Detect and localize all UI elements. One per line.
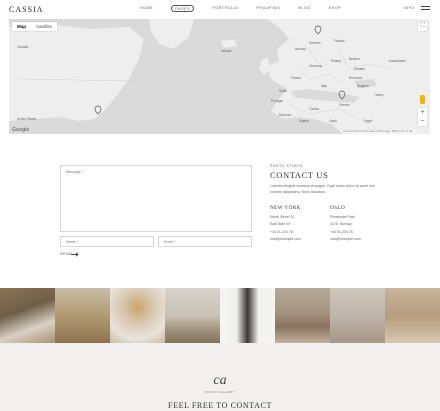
map-label: Ukraine: [354, 67, 365, 71]
city-oslo: OSLO: [330, 205, 346, 211]
gallery-photo[interactable]: [55, 288, 110, 343]
site-logo[interactable]: CASSIA: [9, 5, 43, 14]
fullscreen-icon[interactable]: ⛶: [418, 22, 427, 31]
map-label: Iceland: [221, 49, 232, 53]
nav-pages[interactable]: PAGES: [171, 5, 195, 12]
map-label: Norway: [295, 47, 306, 51]
gallery-photo[interactable]: [110, 288, 165, 343]
email-placeholder: Email *: [164, 240, 176, 244]
menu-icon[interactable]: [421, 6, 430, 11]
map-label: France: [291, 76, 301, 80]
nav-home[interactable]: HOME: [140, 6, 153, 12]
name-placeholder: Name *: [66, 240, 78, 244]
arrow-right-icon[interactable]: [71, 253, 78, 255]
contact-title: CONTACT US: [270, 170, 329, 180]
footer-monogram: ca: [213, 373, 227, 388]
footer-monogram-subtitle: PHOTO GALLERY: [205, 391, 235, 394]
google-map[interactable]: Canada United States Sweden Finland Norw…: [9, 19, 430, 134]
message-placeholder: Message *: [66, 170, 83, 174]
email-field[interactable]: Email *: [158, 236, 252, 247]
message-field[interactable]: Message *: [60, 165, 252, 232]
phone-link[interactable]: +44 01-234 78: [270, 229, 301, 236]
main-nav: HOME PAGES PORTFOLIO PROOFING BLOG SHOP: [140, 5, 359, 12]
nav-shop[interactable]: SHOP: [329, 6, 342, 12]
map-label: Portugal: [271, 99, 283, 103]
gallery-photo[interactable]: [220, 288, 275, 343]
tab-map[interactable]: Map: [12, 22, 31, 31]
address-line: East Side NY: [270, 222, 291, 227]
nav-blog[interactable]: BLOG: [298, 6, 310, 12]
zoom-out-button[interactable]: −: [418, 117, 427, 126]
map-label: Algeria: [299, 119, 309, 123]
map-label: Poland: [331, 59, 341, 63]
map-label: Egypt: [364, 119, 373, 123]
street-view-icon[interactable]: [420, 95, 425, 104]
email-link[interactable]: oslo@example.com: [270, 236, 301, 243]
map-label: Italy: [321, 84, 327, 88]
address-line: Norsk Street 20: [270, 215, 295, 219]
map-label: Romania: [349, 76, 362, 80]
map-label: Tunisia: [309, 107, 320, 111]
nav-proofing[interactable]: PROOFING: [256, 6, 280, 12]
phone-link[interactable]: +44 01-234 78: [330, 229, 361, 236]
gallery-photo[interactable]: [0, 288, 55, 343]
site-header: CASSIA HOME PAGES PORTFOLIO PROOFING BLO…: [0, 0, 440, 18]
map-land-shapes: [9, 19, 430, 134]
map-label: Morocco: [279, 113, 292, 117]
gallery-photo[interactable]: [275, 288, 330, 343]
map-label: Turkey: [374, 93, 384, 97]
gallery-photo[interactable]: [330, 288, 385, 343]
address-line: Pilestredet Park: [330, 215, 355, 219]
tab-satellite[interactable]: Satellite: [31, 22, 57, 31]
map-label: Sweden: [309, 41, 321, 45]
info-link[interactable]: INFO: [404, 6, 415, 10]
section-eyebrow: PHOTO STUDIO: [270, 164, 303, 168]
footer: ca PHOTO GALLERY FEEL FREE TO CONTACT: [0, 343, 440, 411]
address-line: 0176, Norway: [330, 222, 352, 227]
map-label: Bulgaria: [357, 84, 369, 88]
map-label: Canada: [17, 45, 29, 49]
address-oslo: Pilestredet Park 0176, Norway +44 01-234…: [330, 214, 361, 244]
map-label: Germany: [309, 64, 323, 68]
map-label: United States: [17, 117, 37, 121]
address-new-york: Norsk Street 20 East Side NY +44 01-234 …: [270, 214, 301, 244]
contact-description: Lobortis feugiat vivamus at augue. Eget …: [270, 184, 375, 194]
map-label: Spain: [279, 89, 288, 93]
map-attribution[interactable]: Keyboard shortcuts Map data ©2023 Google…: [341, 130, 415, 133]
map-type-tabs: Map Satellite: [12, 22, 58, 31]
map-label: Greece: [339, 103, 350, 107]
map-label: Kazakhstan: [389, 59, 406, 63]
google-logo: Google: [12, 127, 30, 133]
nav-portfolio[interactable]: PORTFOLIO: [212, 6, 238, 12]
city-new-york: NEW YORK: [270, 205, 301, 211]
gallery-photo[interactable]: [385, 288, 440, 343]
instagram-strip: [0, 288, 440, 343]
email-link[interactable]: oslo@example.com: [330, 236, 361, 243]
map-label: Belarus: [349, 57, 360, 61]
footer-cta: FEEL FREE TO CONTACT: [168, 401, 272, 410]
zoom-in-button[interactable]: +: [418, 108, 427, 117]
map-label: Finland: [334, 39, 345, 43]
name-field[interactable]: Name *: [60, 236, 154, 247]
zoom-controls: + −: [418, 108, 427, 126]
map-label: Libya: [329, 119, 337, 123]
gallery-photo[interactable]: [165, 288, 220, 343]
